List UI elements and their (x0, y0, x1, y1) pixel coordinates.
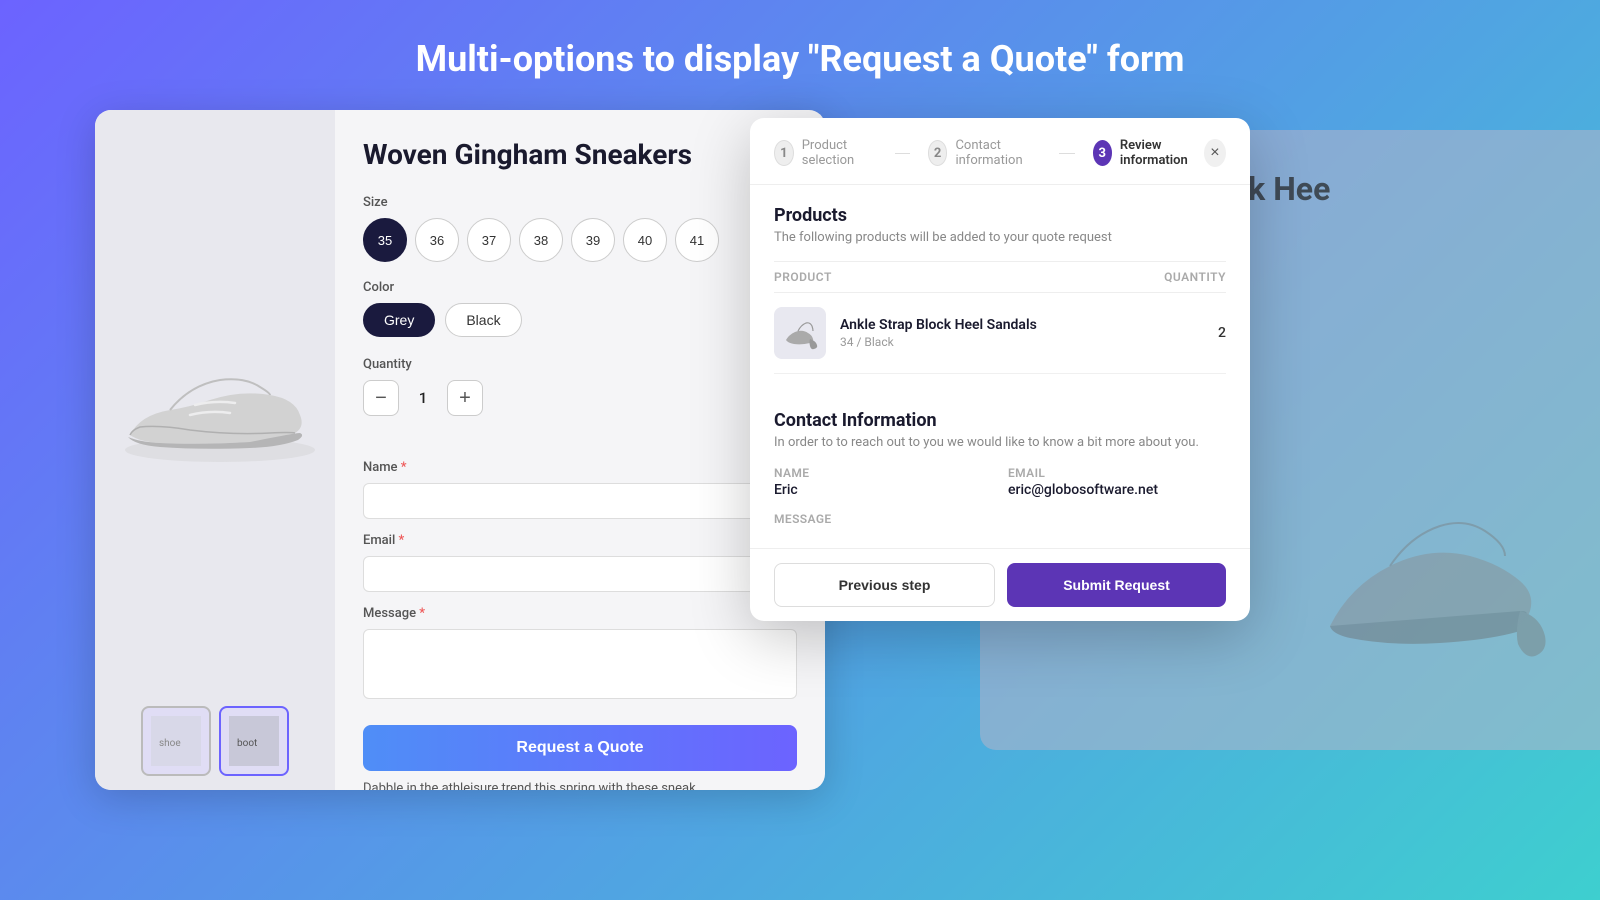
step-1-label: Product selection (802, 138, 877, 168)
contact-email-field: Email eric@globosoftware.net (1008, 466, 1226, 498)
size-btn-40[interactable]: 40 (623, 218, 667, 262)
size-btn-41[interactable]: 41 (675, 218, 719, 262)
size-label: Size (363, 195, 797, 210)
product-name: Woven Gingham Sneakers (363, 138, 797, 171)
size-btn-37[interactable]: 37 (467, 218, 511, 262)
left-product-card: shoe boot Woven Gingham Sneakers Size 35… (95, 110, 825, 790)
size-btn-39[interactable]: 39 (571, 218, 615, 262)
products-section-title: Products (774, 205, 1226, 226)
shoe-icon (780, 313, 820, 353)
modal-body: Products The following products will be … (750, 185, 1250, 548)
svg-text:boot: boot (237, 738, 257, 749)
quantity-increase-button[interactable]: + (447, 380, 483, 416)
name-label: Name * (363, 460, 797, 475)
contact-message-label: Message (774, 512, 1226, 526)
name-input[interactable] (363, 483, 797, 519)
quantity-value: 1 (399, 389, 447, 407)
size-btn-36[interactable]: 36 (415, 218, 459, 262)
step-divider-2 (1059, 153, 1074, 154)
contact-section: Contact Information In order to to reach… (774, 394, 1226, 526)
previous-step-button[interactable]: Previous step (774, 563, 995, 607)
step-2-number: 2 (928, 140, 948, 166)
email-label: Email * (363, 533, 797, 548)
color-btn-black[interactable]: Black (445, 303, 521, 337)
contact-section-title: Contact Information (774, 410, 1226, 431)
quantity-row: − 1 + (363, 380, 797, 416)
contact-name-field: Name Eric (774, 466, 992, 498)
modal-footer: Previous step Submit Request (750, 548, 1250, 621)
color-options: Grey Black (363, 303, 797, 337)
step-3-number: 3 (1093, 140, 1112, 166)
review-modal: 1 Product selection 2 Contact informatio… (750, 118, 1250, 621)
request-quote-button[interactable]: Request a Quote (363, 725, 797, 771)
size-btn-35[interactable]: 35 (363, 218, 407, 262)
step-divider-1 (895, 153, 910, 154)
product-description: Dabble in the athleisure trend this spri… (363, 779, 733, 790)
product-thumbnail-1[interactable]: shoe (141, 706, 211, 776)
contact-message-field: Message (774, 512, 1226, 526)
name-form-group: Name * (363, 460, 797, 519)
product-thumbnail-2[interactable]: boot (219, 706, 289, 776)
page-title-area: Multi-options to display "Request a Quot… (0, 0, 1600, 110)
step-1: 1 Product selection (774, 138, 877, 168)
size-btn-38[interactable]: 38 (519, 218, 563, 262)
panels-area: shoe boot Woven Gingham Sneakers Size 35… (0, 110, 1600, 830)
color-btn-grey[interactable]: Grey (363, 303, 435, 337)
step-1-number: 1 (774, 140, 794, 166)
modal-close-button[interactable]: × (1204, 139, 1226, 167)
contact-name-label: Name (774, 466, 992, 480)
products-section: Products The following products will be … (774, 205, 1226, 374)
product-info: Ankle Strap Block Heel Sandals 34 / Blac… (840, 317, 1204, 349)
quantity-col-header: Quantity (1164, 270, 1226, 284)
message-input[interactable] (363, 629, 797, 699)
product-item-name: Ankle Strap Block Heel Sandals (840, 317, 1204, 333)
product-col-header: Product (774, 270, 832, 284)
products-section-subtitle: The following products will be added to … (774, 230, 1226, 245)
svg-text:shoe: shoe (159, 738, 181, 749)
contact-email-label: Email (1008, 466, 1226, 480)
color-label: Color (363, 280, 797, 295)
contact-section-subtitle: In order to to reach out to you we would… (774, 435, 1226, 450)
contact-email-value: eric@globosoftware.net (1008, 482, 1226, 498)
product-item-quantity: 2 (1218, 325, 1226, 341)
contact-name-value: Eric (774, 482, 992, 498)
contact-grid: Name Eric Email eric@globosoftware.net (774, 466, 1226, 498)
message-form-group: Message * (363, 606, 797, 703)
product-row-thumbnail (774, 307, 826, 359)
quantity-label: Quantity (363, 357, 797, 372)
email-input[interactable] (363, 556, 797, 592)
email-form-group: Email * (363, 533, 797, 592)
products-table: Product Quantity (774, 261, 1226, 374)
page-title: Multi-options to display "Request a Quot… (0, 38, 1600, 80)
close-icon: × (1210, 144, 1219, 162)
table-row: Ankle Strap Block Heel Sandals 34 / Blac… (774, 293, 1226, 374)
steps-row: 1 Product selection 2 Contact informatio… (774, 138, 1204, 168)
step-2: 2 Contact information (928, 138, 1042, 168)
table-header: Product Quantity (774, 262, 1226, 293)
step-2-label: Contact information (955, 138, 1041, 168)
message-label: Message * (363, 606, 797, 621)
step-3: 3 Review information (1093, 138, 1204, 168)
quantity-decrease-button[interactable]: − (363, 380, 399, 416)
size-options: 35 36 37 38 39 40 41 (363, 218, 797, 262)
submit-request-button[interactable]: Submit Request (1007, 563, 1226, 607)
product-item-variant: 34 / Black (840, 335, 1204, 349)
step-3-label: Review information (1120, 138, 1204, 168)
sneaker-image (110, 335, 330, 485)
modal-header: 1 Product selection 2 Contact informatio… (750, 118, 1250, 185)
